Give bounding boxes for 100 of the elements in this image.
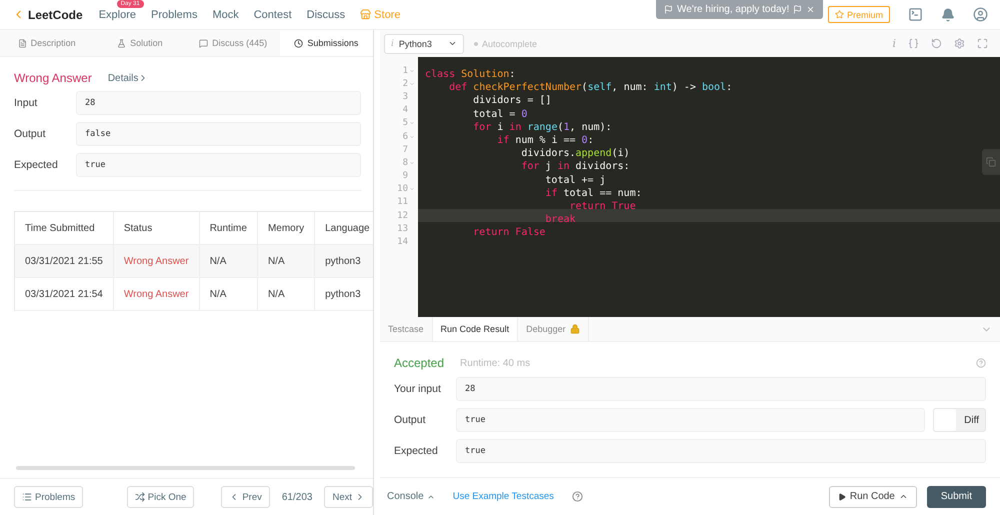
fold-icon[interactable] <box>409 160 415 166</box>
code-line: dividors = [] <box>472 95 552 106</box>
shuffle-icon <box>134 492 145 502</box>
avatar-icon[interactable] <box>973 7 988 22</box>
console-tab[interactable]: Debugger <box>518 317 589 341</box>
table-cell: 03/31/2021 21:54 <box>14 278 114 310</box>
settings-icon[interactable] <box>954 38 965 49</box>
comment-icon <box>199 38 208 48</box>
table-cell[interactable]: Wrong Answer <box>113 278 200 310</box>
line-number: 12 <box>397 210 408 221</box>
next-button[interactable]: Next <box>324 486 373 508</box>
line-number: 10 <box>397 184 408 194</box>
line-number: 9 <box>402 171 408 182</box>
close-icon[interactable] <box>806 5 816 14</box>
fold-icon[interactable] <box>409 120 415 126</box>
console-button[interactable]: Console <box>387 491 435 502</box>
table-cell: N/A <box>257 278 315 310</box>
fullscreen-icon[interactable] <box>977 38 988 49</box>
copy-button[interactable] <box>982 149 1000 175</box>
fold-icon[interactable] <box>409 186 415 192</box>
example-testcases-link[interactable]: Use Example Testcases <box>452 491 554 502</box>
code-line: class Solution: <box>424 69 516 80</box>
code-line: total = 0 <box>472 108 528 120</box>
line-number: 4 <box>402 105 408 116</box>
result-status: Accepted <box>394 356 444 370</box>
value-field: true <box>76 153 361 177</box>
runtime-text: Runtime: 40 ms <box>460 358 530 368</box>
fold-icon[interactable] <box>409 134 415 140</box>
star-icon <box>834 10 844 19</box>
help-icon[interactable] <box>572 491 583 502</box>
panel-tab[interactable]: Discuss (445) <box>186 30 280 56</box>
logo[interactable]: LeetCode <box>28 8 83 22</box>
line-number: 6 <box>402 132 408 142</box>
line-number: 7 <box>402 144 408 155</box>
line-number: 5 <box>402 118 408 128</box>
terminal-icon[interactable] <box>908 7 923 22</box>
console-tab[interactable]: Run Code Result <box>432 317 518 341</box>
diff-toggle[interactable]: Diff <box>933 408 986 432</box>
value-field: false <box>76 122 361 146</box>
scrollbar[interactable] <box>16 466 355 470</box>
code-line: total += j <box>544 174 606 186</box>
notification-icon[interactable] <box>941 8 955 22</box>
field-label: Input <box>14 97 38 109</box>
lock-icon <box>570 324 580 334</box>
prev-button[interactable]: Prev <box>221 486 270 508</box>
play-icon <box>838 492 846 500</box>
result-status: Wrong Answer <box>14 71 92 85</box>
details-link[interactable]: Details <box>108 72 148 84</box>
nav-link[interactable]: Explore <box>98 8 136 20</box>
line-number: 13 <box>397 224 408 234</box>
shop-icon[interactable] <box>360 9 372 20</box>
line-number: 8 <box>402 158 408 168</box>
line-number: 1 <box>402 66 408 76</box>
flag-icon <box>793 5 802 14</box>
field-label: Expected <box>14 159 59 171</box>
value-field: 28 <box>456 377 986 401</box>
language-select[interactable]: i Python3 <box>384 34 464 54</box>
nav-link[interactable]: Contest <box>254 8 292 20</box>
nav-link[interactable]: Discuss <box>306 8 346 20</box>
code-line: for j in dividors: <box>520 161 630 172</box>
panel-tab[interactable]: Submissions <box>280 30 373 56</box>
caret-icon <box>898 492 908 501</box>
panel-tab[interactable]: Description <box>0 30 94 56</box>
panel-tab[interactable]: Solution <box>93 30 186 56</box>
code-line: dividors.append(i) <box>520 148 630 160</box>
line-number: 14 <box>397 237 408 248</box>
line-number: 11 <box>397 197 408 208</box>
problems-button[interactable]: Problems <box>14 486 84 508</box>
clock-icon <box>294 38 304 48</box>
code-line: break <box>545 214 576 226</box>
run-code-button[interactable]: Run Code <box>828 486 917 508</box>
code-line: return False <box>472 227 546 238</box>
reset-icon[interactable] <box>931 38 942 49</box>
value-field: true <box>456 408 926 432</box>
copy-icon <box>986 157 996 167</box>
table-cell: N/A <box>199 278 258 310</box>
code-line: def checkPerfectNumber(self, num: int) -> bool: <box>448 82 732 94</box>
code-line: if total == num: <box>544 188 642 199</box>
problem-counter: 61/203 <box>282 492 312 502</box>
nav-link[interactable]: Mock <box>212 8 239 20</box>
line-number: 3 <box>402 92 408 102</box>
value-field: 28 <box>76 91 361 115</box>
code-editor[interactable] <box>380 57 1000 317</box>
flag-icon <box>664 5 673 14</box>
caret-icon <box>448 39 457 48</box>
code-line: if num % i == 0: <box>496 134 594 146</box>
nav-link[interactable]: Problems <box>150 8 198 20</box>
field-label: Output <box>14 128 47 140</box>
document-icon <box>18 38 27 48</box>
help-icon[interactable] <box>976 358 986 368</box>
submit-button[interactable]: Submit <box>926 486 986 508</box>
braces-icon[interactable] <box>908 38 919 49</box>
value-field: true <box>456 439 986 463</box>
code-line: return True <box>568 200 636 212</box>
code-line: for i in range(1, num): <box>472 122 612 133</box>
field-label: Expected <box>394 445 439 457</box>
line-number: 2 <box>402 78 408 89</box>
pick-one-button[interactable]: Pick One <box>126 486 194 508</box>
field-label: Output <box>394 414 427 426</box>
list-icon <box>22 492 32 502</box>
